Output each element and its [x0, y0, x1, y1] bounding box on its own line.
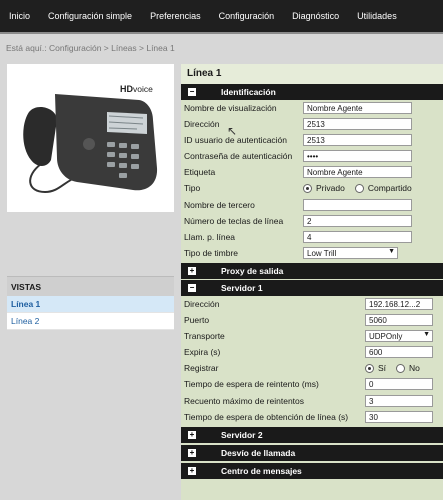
srv-puerto-field[interactable]: 5060 — [365, 314, 433, 327]
nav-configuracion-simple[interactable]: Configuración simple — [39, 0, 141, 33]
nav-inicio[interactable]: Inicio — [0, 0, 39, 33]
srv-direccion-field[interactable]: 192.168.12...2 — [365, 297, 433, 310]
row-teclas: Número de teclas de línea 2 — [181, 213, 443, 229]
row-tercero: Nombre de tercero — [181, 197, 443, 213]
row-etiqueta: Etiqueta Nombre Agente — [181, 164, 443, 180]
srv-transporte-select[interactable]: UDPOnly ▼ — [365, 330, 433, 343]
contrasena-field[interactable]: •••• — [303, 150, 412, 163]
row-tipo: Tipo Privado Compartido — [184, 183, 412, 194]
section-mensajes[interactable]: + Centro de mensajes — [181, 462, 443, 479]
timbre-select[interactable]: Low Trill ▼ — [303, 246, 398, 259]
row-srv-direccion: Dirección 192.168.12...2 — [181, 296, 443, 312]
row-llamadas: Llam. p. línea 4 — [181, 229, 443, 245]
chevron-down-icon: ▼ — [388, 247, 395, 255]
left-panel: HDvoice VISTAS Línea 1 Línea 2 — [7, 64, 174, 500]
breadcrumb: Está aquí.: Configuración > Líneas > Lín… — [0, 36, 443, 60]
nav-configuracion[interactable]: Configuración — [210, 0, 284, 33]
srv-recuento-field[interactable]: 3 — [365, 394, 433, 407]
tercero-field[interactable] — [303, 198, 412, 211]
direccion-field[interactable]: 2513 — [303, 118, 412, 131]
nav-utilidades[interactable]: Utilidades — [348, 0, 406, 33]
page-title: Línea 1 — [181, 64, 443, 84]
hdvoice-logo: HDvoice — [120, 84, 153, 94]
row-srv-obtencion: Tiempo de espera de obtención de línea (… — [181, 409, 443, 425]
id-usuario-field[interactable]: 2513 — [303, 134, 412, 147]
row-nombre: Nombre de visualización Nombre Agente — [181, 100, 443, 116]
expand-icon[interactable]: + — [188, 430, 196, 439]
expand-icon[interactable]: + — [188, 466, 196, 475]
row-direccion: Dirección 2513 — [181, 116, 443, 132]
registrar-no-radio[interactable] — [396, 363, 406, 373]
top-navigation: Inicio Configuración simple Preferencias… — [0, 0, 443, 34]
section-desvio[interactable]: + Desvío de llamada — [181, 444, 443, 461]
section-identificacion[interactable]: − Identificación — [181, 84, 443, 100]
view-item-linea-2[interactable]: Línea 2 — [7, 313, 174, 330]
nav-diagnostico[interactable]: Diagnóstico — [283, 0, 348, 33]
views-title: VISTAS — [7, 276, 174, 296]
expand-icon[interactable]: + — [188, 448, 196, 457]
row-contrasena: Contraseña de autenticación •••• — [181, 148, 443, 164]
etiqueta-field[interactable]: Nombre Agente — [303, 166, 412, 179]
main-panel: Línea 1 − Identificación Nombre de visua… — [181, 64, 443, 500]
section-proxy[interactable]: + Proxy de salida — [181, 262, 443, 279]
srv-reintento-field[interactable]: 0 — [365, 378, 433, 391]
phone-image: HDvoice — [7, 64, 174, 212]
registrar-si-radio[interactable] — [365, 363, 374, 373]
teclas-field[interactable]: 2 — [303, 214, 412, 227]
row-srv-reintento: Tiempo de espera de reintento (ms) 0 — [181, 376, 443, 392]
tipo-radio-group: Privado Compartido — [303, 183, 412, 193]
row-timbre: Tipo de timbre Low Trill ▼ — [181, 245, 443, 261]
row-id-usuario: ID usuario de autenticación 2513 — [181, 132, 443, 148]
collapse-icon[interactable]: − — [188, 88, 196, 96]
section-servidor-2[interactable]: + Servidor 2 — [181, 426, 443, 443]
row-srv-registrar: Registrar Sí No — [184, 363, 420, 374]
view-item-linea-1[interactable]: Línea 1 — [7, 296, 174, 313]
section-servidor-1[interactable]: − Servidor 1 — [181, 279, 443, 296]
row-srv-puerto: Puerto 5060 — [181, 312, 443, 328]
srv-obtencion-field[interactable]: 30 — [365, 410, 433, 423]
nombre-field[interactable]: Nombre Agente — [303, 102, 412, 114]
row-srv-expira: Expira (s) 600 — [181, 344, 443, 360]
registrar-radio-group: Sí No — [365, 363, 420, 373]
row-srv-transporte: Transporte UDPOnly ▼ — [181, 328, 443, 344]
mouse-cursor-icon: ↖ — [227, 124, 238, 138]
chevron-down-icon: ▼ — [423, 331, 430, 339]
llamadas-field[interactable]: 4 — [303, 230, 412, 243]
row-srv-recuento: Recuento máximo de reintentos 3 — [181, 393, 443, 409]
tipo-compartido-radio[interactable] — [354, 183, 364, 193]
nav-preferencias[interactable]: Preferencias — [141, 0, 210, 33]
expand-icon[interactable]: + — [188, 266, 196, 275]
collapse-icon[interactable]: − — [188, 283, 196, 292]
tipo-privado-radio[interactable] — [303, 183, 312, 193]
srv-expira-field[interactable]: 600 — [365, 346, 433, 359]
